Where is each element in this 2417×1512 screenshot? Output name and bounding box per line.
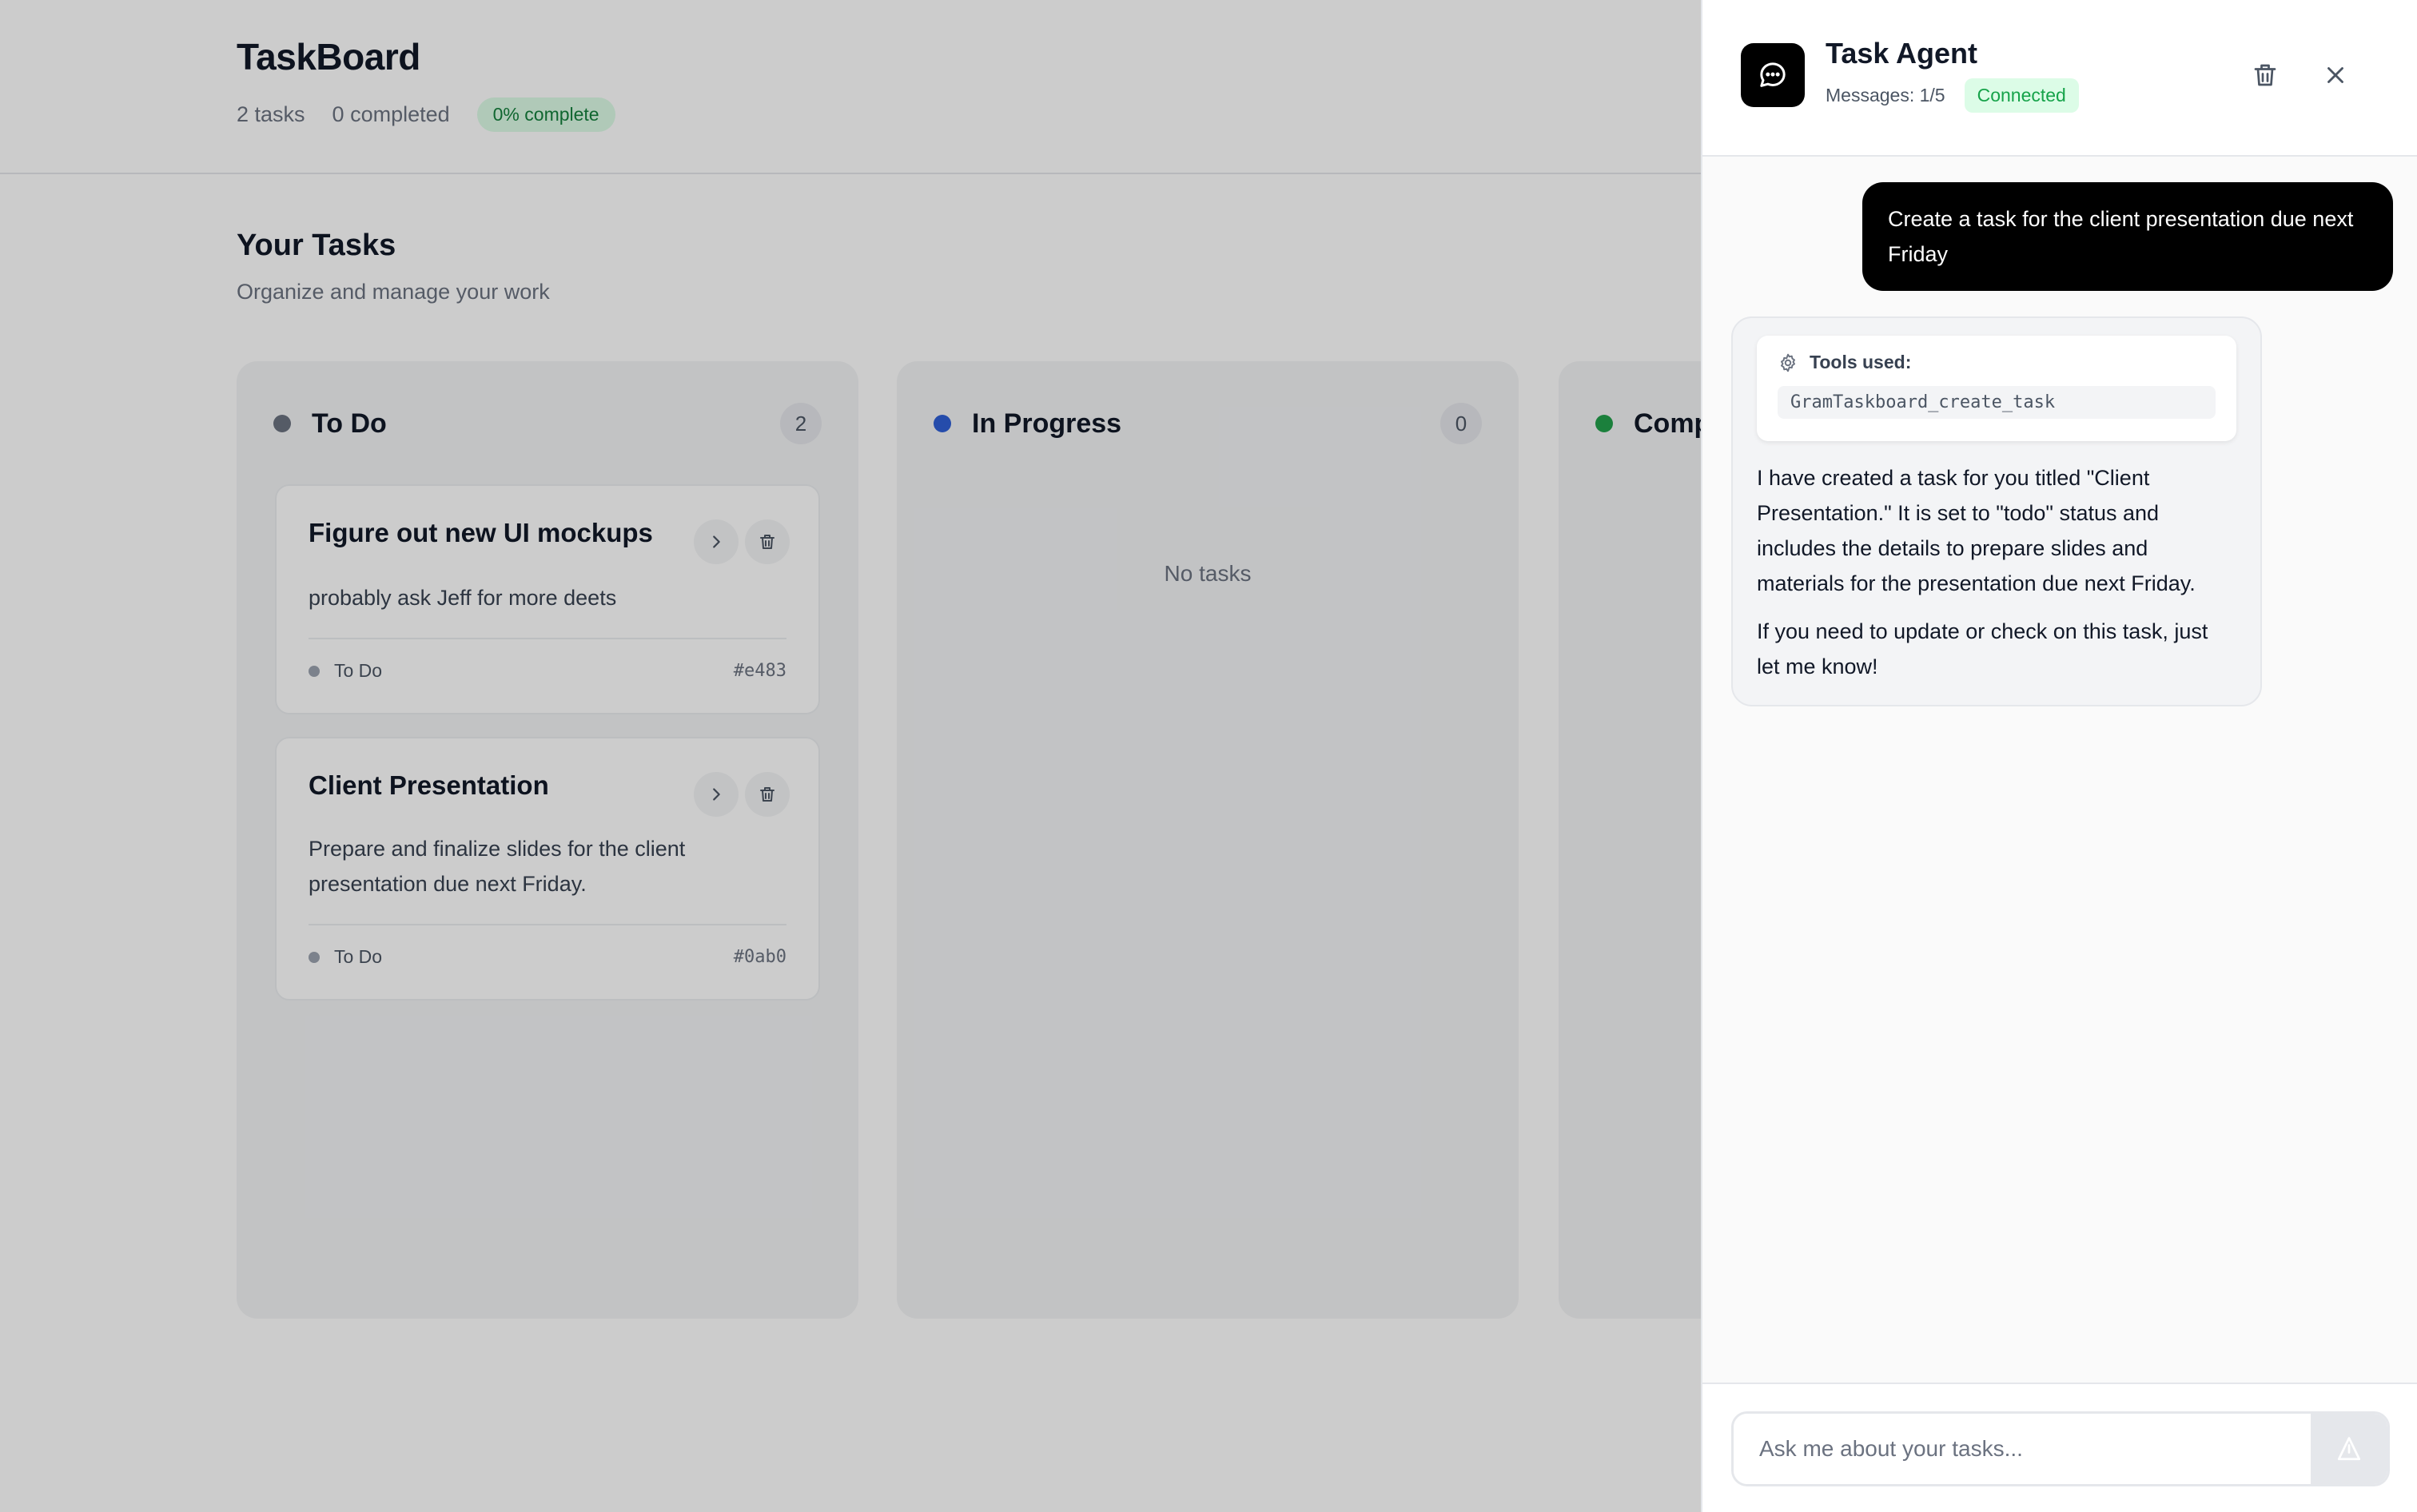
connection-status-badge: Connected — [1965, 78, 2079, 113]
messages-count: Messages: 1/5 — [1826, 85, 1945, 106]
gear-icon — [1778, 352, 1798, 373]
user-message: Create a task for the client presentatio… — [1862, 182, 2393, 291]
chat-input-container — [1731, 1411, 2390, 1486]
chat-input-bar — [1702, 1383, 2417, 1512]
assistant-reply-text: If you need to update or check on this t… — [1757, 614, 2236, 684]
send-button[interactable] — [2311, 1414, 2387, 1484]
assistant-reply-text: I have created a task for you titled "Cl… — [1757, 460, 2236, 601]
chat-panel: Task Agent Messages: 1/5 Connected Creat… — [1701, 0, 2417, 1512]
close-icon — [2322, 62, 2349, 89]
agent-name: Task Agent — [1826, 37, 1977, 70]
agent-avatar — [1741, 43, 1805, 107]
agent-meta: Messages: 1/5 Connected — [1826, 78, 2079, 113]
chat-input[interactable] — [1734, 1414, 2311, 1484]
close-chat-button[interactable] — [2313, 53, 2358, 97]
clear-chat-button[interactable] — [2243, 53, 2288, 97]
chat-header: Task Agent Messages: 1/5 Connected — [1702, 0, 2417, 157]
modal-backdrop[interactable] — [0, 0, 1701, 1512]
tools-used-box: Tools used: GramTaskboard_create_task — [1757, 336, 2236, 441]
chat-bubble-icon — [1757, 59, 1789, 91]
tools-used-label: Tools used: — [1810, 352, 1911, 373]
tool-name: GramTaskboard_create_task — [1778, 386, 2216, 419]
trash-icon — [2251, 61, 2280, 90]
send-icon — [2335, 1434, 2363, 1463]
assistant-message: Tools used: GramTaskboard_create_task I … — [1731, 316, 2262, 706]
tools-header: Tools used: — [1778, 352, 2216, 373]
